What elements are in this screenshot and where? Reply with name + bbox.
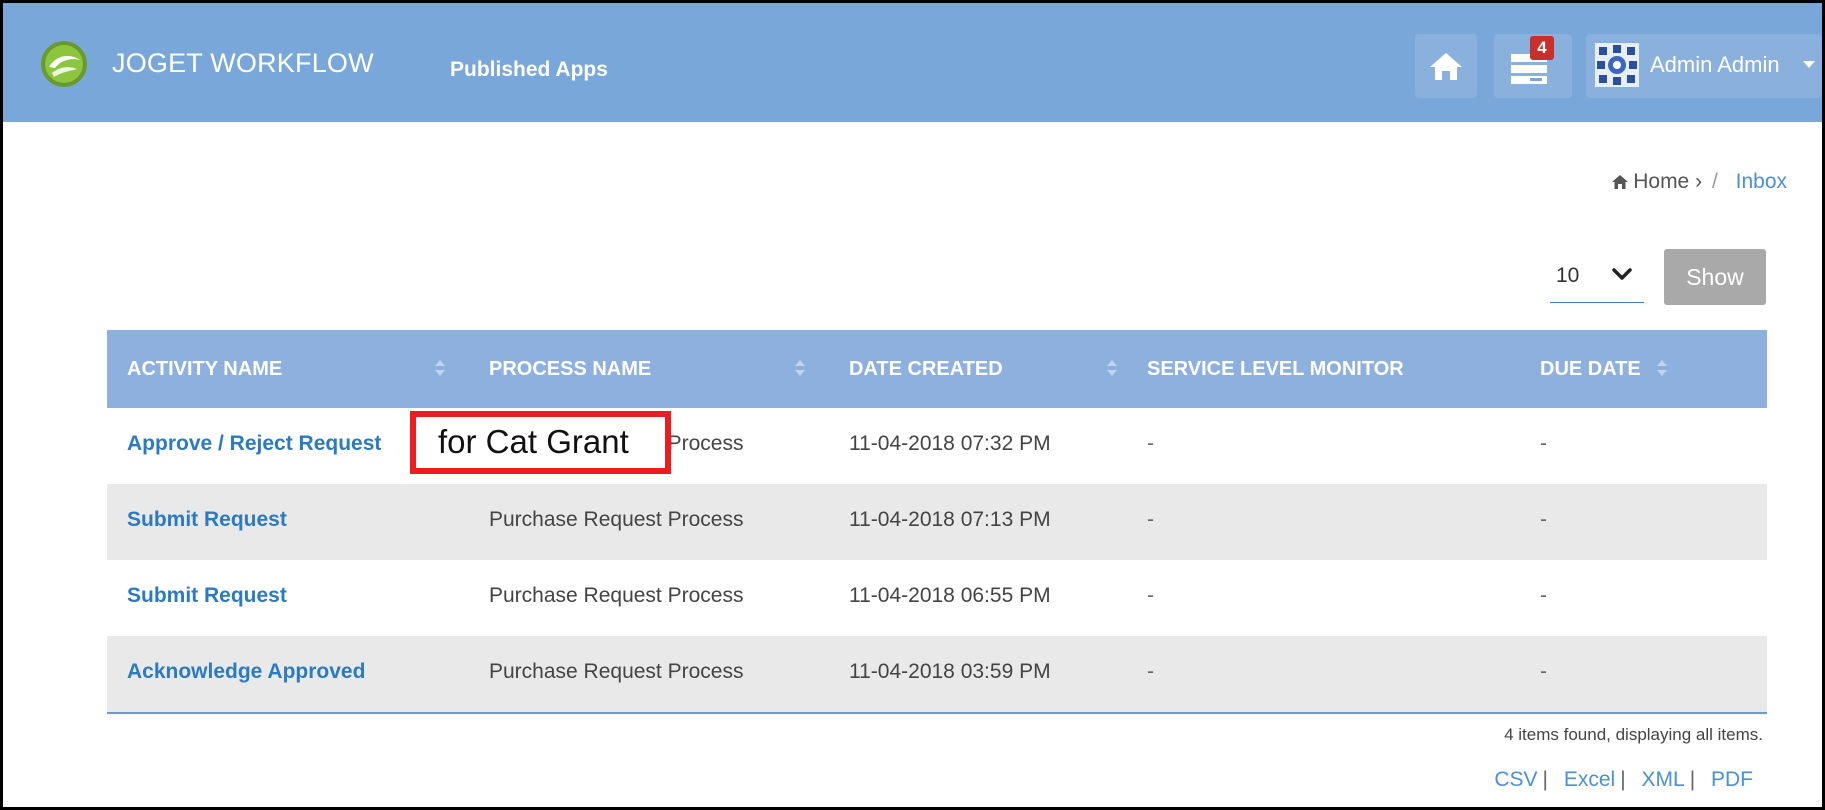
export-xml-link[interactable]: XML [1642, 768, 1685, 791]
published-apps-link[interactable]: Published Apps [450, 58, 608, 82]
header-activity-name[interactable]: ACTIVITY NAME [127, 358, 282, 381]
sort-down-icon[interactable] [435, 370, 445, 376]
table-row[interactable]: Submit Request Purchase Request Process … [107, 484, 1767, 560]
sort-up-icon[interactable] [435, 360, 445, 366]
process-name: Purchase Request Process [489, 508, 744, 531]
header-date-created[interactable]: DATE CREATED [849, 358, 1003, 381]
service-level-monitor: - [1147, 660, 1154, 683]
breadcrumb-home[interactable]: Home [1633, 170, 1689, 193]
process-name: Purchase Request Process [489, 660, 744, 683]
annotation-callout: for Cat Grant [410, 411, 671, 474]
export-csv-link[interactable]: CSV [1494, 768, 1537, 791]
activity-link[interactable]: Submit Request [127, 584, 287, 608]
breadcrumb-arrow: › [1695, 170, 1703, 193]
sort-down-icon[interactable] [1107, 370, 1117, 376]
user-name[interactable]: Admin Admin [1650, 52, 1780, 78]
table-row[interactable]: Submit Request Purchase Request Process … [107, 560, 1767, 636]
breadcrumb-inbox[interactable]: Inbox [1736, 170, 1787, 193]
items-found-text: 4 items found, displaying all items. [1504, 725, 1763, 744]
chevron-down-icon [1612, 268, 1632, 280]
sort-down-icon[interactable] [1657, 370, 1667, 376]
page-size-select[interactable]: 10 [1550, 252, 1644, 303]
home-icon [1430, 53, 1462, 80]
header-process-name[interactable]: PROCESS NAME [489, 358, 651, 381]
annotation-text: for Cat Grant [438, 423, 629, 460]
header-due-date[interactable]: DUE DATE [1540, 358, 1641, 381]
export-links: CSV | Excel | XML | PDF [1494, 768, 1753, 792]
table-row[interactable]: Acknowledge Approved Purchase Request Pr… [107, 636, 1767, 712]
due-date: - [1540, 660, 1547, 683]
export-excel-link[interactable]: Excel [1564, 768, 1615, 791]
due-date: - [1540, 432, 1547, 455]
breadcrumb: Home › / Inbox [1611, 170, 1787, 194]
inbox-count-badge: 4 [1530, 36, 1554, 60]
home-icon [1612, 175, 1629, 189]
date-created: 11-04-2018 07:13 PM [849, 508, 1051, 531]
activity-link[interactable]: Approve / Reject Request [127, 432, 381, 456]
sort-up-icon[interactable] [795, 360, 805, 366]
export-separator: | [1542, 768, 1548, 791]
home-button[interactable] [1415, 34, 1477, 98]
export-separator: | [1689, 768, 1696, 791]
date-created: 11-04-2018 07:32 PM [849, 432, 1051, 455]
table-bottom-border [107, 712, 1767, 714]
joget-logo-icon[interactable] [40, 40, 88, 88]
brand-name[interactable]: JOGET WORKFLOW [112, 48, 374, 79]
activity-link[interactable]: Acknowledge Approved [127, 660, 365, 684]
due-date: - [1540, 508, 1547, 531]
header-service-level-monitor[interactable]: SERVICE LEVEL MONITOR [1147, 358, 1404, 381]
sort-up-icon[interactable] [1657, 360, 1667, 366]
sort-down-icon[interactable] [795, 370, 805, 376]
user-avatar-icon [1595, 43, 1639, 87]
table-row[interactable]: Approve / Reject Request Purchase Reques… [107, 408, 1767, 484]
service-level-monitor: - [1147, 508, 1154, 531]
sort-up-icon[interactable] [1107, 360, 1117, 366]
inbox-table: ACTIVITY NAME PROCESS NAME DATE CREATED … [107, 330, 1767, 714]
date-created: 11-04-2018 06:55 PM [849, 584, 1051, 607]
export-separator: | [1620, 768, 1626, 791]
service-level-monitor: - [1147, 584, 1154, 607]
show-button[interactable]: Show [1664, 249, 1766, 305]
page-size-value: 10 [1556, 264, 1580, 287]
activity-link[interactable]: Submit Request [127, 508, 287, 532]
due-date: - [1540, 584, 1547, 607]
process-name: Purchase Request Process [489, 584, 744, 607]
table-header: ACTIVITY NAME PROCESS NAME DATE CREATED … [107, 330, 1767, 408]
export-pdf-link[interactable]: PDF [1711, 768, 1753, 791]
breadcrumb-separator: / [1711, 170, 1718, 193]
date-created: 11-04-2018 03:59 PM [849, 660, 1051, 683]
service-level-monitor: - [1147, 432, 1154, 455]
chevron-down-icon[interactable] [1803, 61, 1815, 68]
